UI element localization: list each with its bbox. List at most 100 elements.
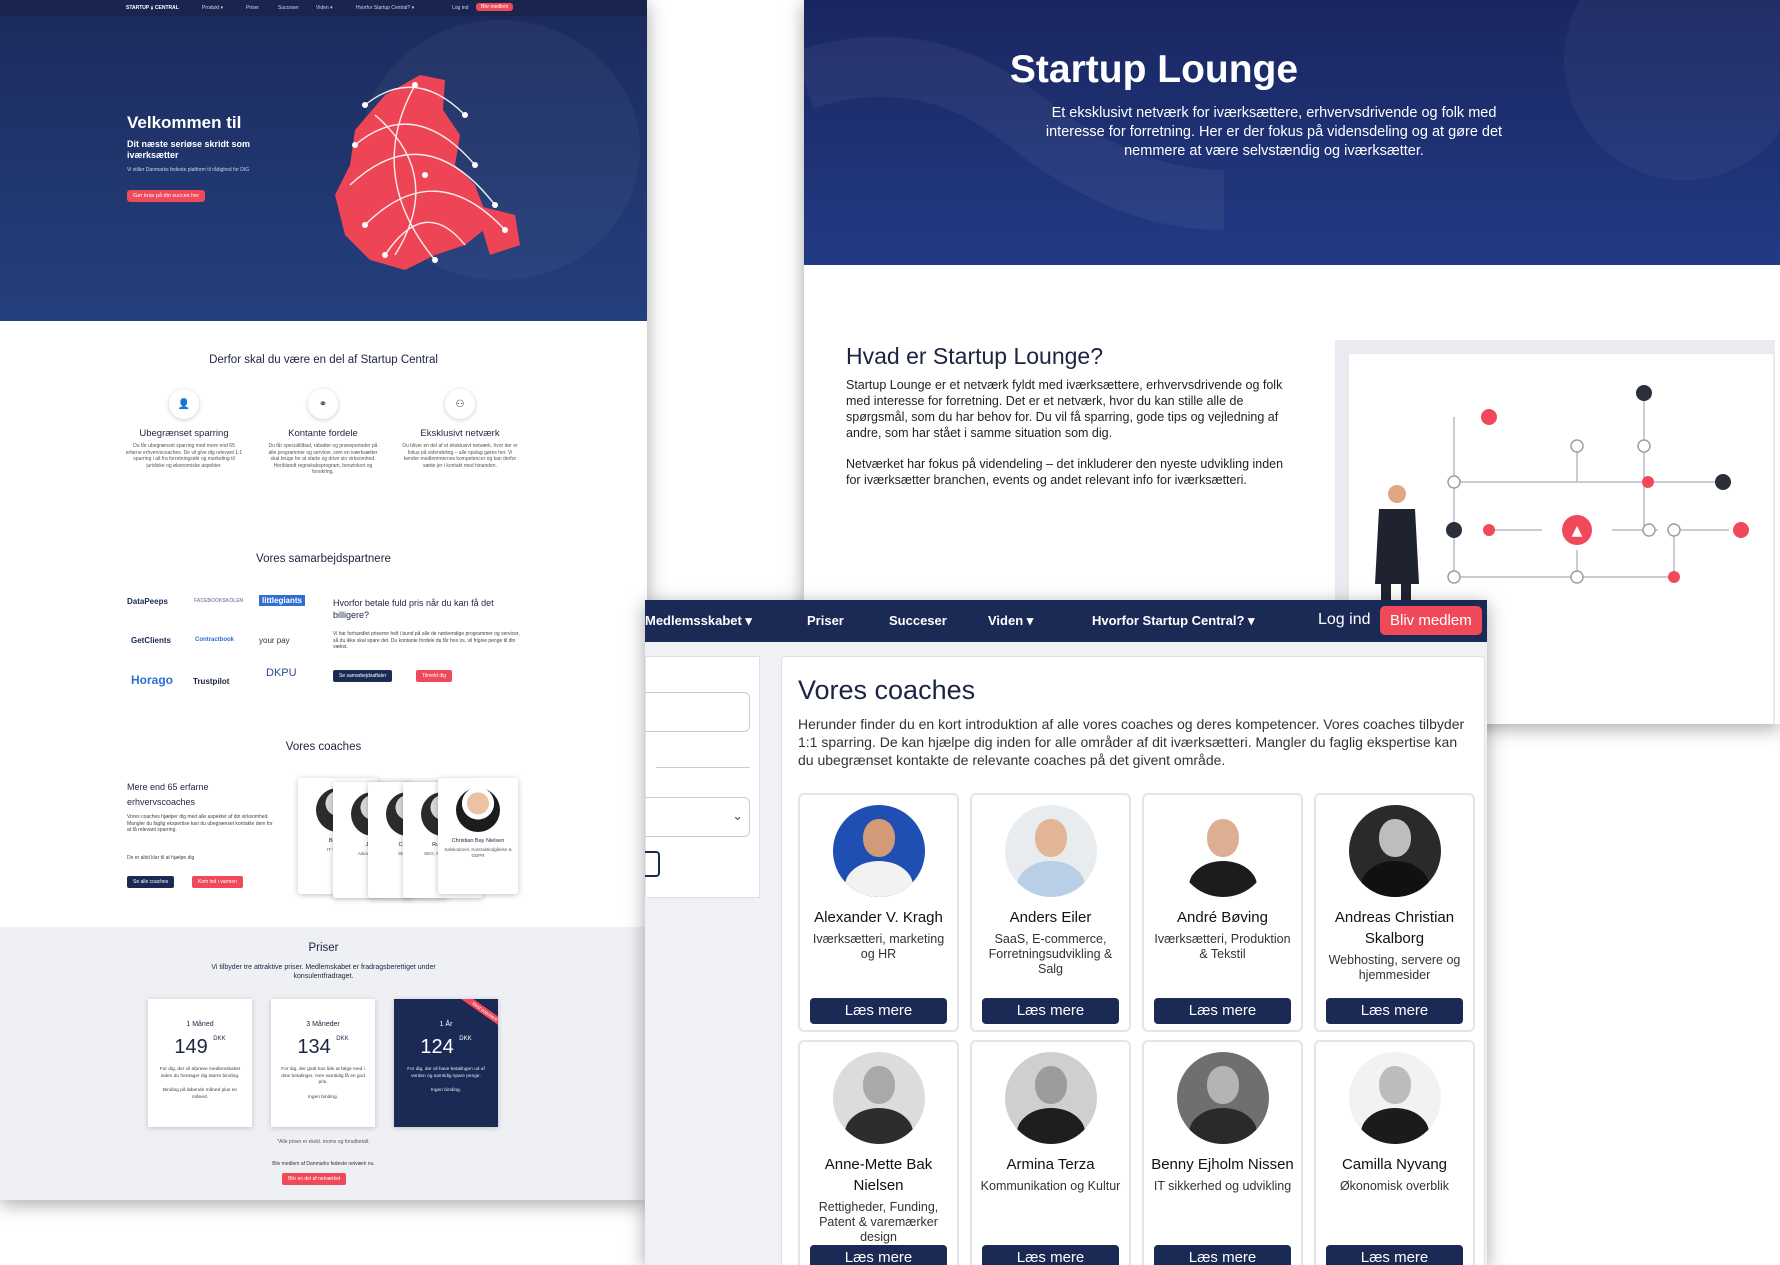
coach-name: Christian Bay Nielsen <box>451 838 505 844</box>
partner-logo[interactable]: DKPU <box>266 667 297 679</box>
see-partners-button[interactable]: Se samarbejdsaftaler <box>333 670 393 682</box>
plan-binding: Binding på løbende måned plus en måned. <box>162 1088 238 1100</box>
coach-photo <box>1176 1052 1269 1144</box>
prices-footnote: *Alle priser er ekskl. moms og forudbeta… <box>277 1139 370 1145</box>
page-title: Startup Lounge <box>1009 48 1299 91</box>
join-button[interactable]: Bliv medlem <box>1380 606 1482 635</box>
coaches-heading: Mere end 65 erfarne erhvervscoaches <box>127 782 209 807</box>
nav-item-succeser[interactable]: Succeser <box>889 613 947 628</box>
partner-logo[interactable]: Trustpilot <box>193 677 229 686</box>
see-all-coaches-button[interactable]: Se alle coaches <box>127 876 175 888</box>
coaches-page: Medlemsskabet ▾ Priser Succeser Viden ▾ … <box>645 600 1487 1265</box>
nav-item-viden[interactable]: Viden ▾ <box>988 613 1033 629</box>
coach-role: Rettigheder, Funding, Patent & varemærke… <box>818 1200 939 1244</box>
coach-card[interactable]: Camilla Nyvang Økonomisk overblik Læs me… <box>1314 1040 1475 1265</box>
partners-text: Vi har forhandlet priserne helt i bund p… <box>333 631 520 650</box>
partner-logo[interactable]: Horago <box>131 673 173 687</box>
coach-role: SaaS, E-commerce, Forretningsudvikling &… <box>988 932 1113 976</box>
coach-name: Benny Ejholm Nissen <box>1151 1156 1294 1173</box>
coach-card[interactable]: Christian Bay Nielsen Salskodonel, Kontra… <box>438 778 518 894</box>
login-link[interactable]: Log ind <box>452 5 468 11</box>
join-network-button[interactable]: Bliv en del af netværket <box>282 1173 347 1185</box>
section-intro: Herunder finder du en kort introduktion … <box>798 716 1465 768</box>
price-card-1y[interactable]: Mest populære 1 År 124 DKK For dig, der … <box>394 999 498 1127</box>
coach-card[interactable]: Benny Ejholm Nissen IT sikkerhed og udvi… <box>1142 1040 1303 1265</box>
prices-cta-text: Bliv medlem af Danmarks fedeste netværk … <box>272 1161 375 1167</box>
site-logo[interactable]: STARTUP ⍋ CENTRAL <box>126 5 179 11</box>
read-more-button[interactable]: Læs mere <box>810 1245 947 1265</box>
coach-name: Andreas Christian Skalborg <box>1334 909 1455 947</box>
partner-logo[interactable]: littlegiants <box>259 595 306 606</box>
coach-name: Anders Eiler <box>1009 909 1092 926</box>
coach-card[interactable]: Anders Eiler SaaS, E-commerce, Forretnin… <box>970 793 1131 1032</box>
nav-item-viden[interactable]: Viden ▾ <box>316 5 333 11</box>
coach-card[interactable]: Armina Terza Kommunikation og Kultur Læs… <box>970 1040 1131 1265</box>
plan-currency: DKK <box>459 1036 472 1042</box>
nav-item-hvorfor[interactable]: Hvorfor Startup Central? ▾ <box>1092 613 1255 629</box>
read-more-button[interactable]: Læs mere <box>1326 998 1463 1024</box>
category-select[interactable]: ⌄ <box>645 797 750 837</box>
nav-item-priser[interactable]: Priser <box>807 613 844 628</box>
feature-desc: Du får ubegrænset sparring med mere end … <box>125 443 243 469</box>
read-more-button[interactable]: Læs mere <box>982 1245 1119 1265</box>
coach-photo <box>1004 1052 1097 1144</box>
nav-item-hvorfor[interactable]: Hvorfor Startup Central? ▾ <box>356 5 414 11</box>
plan-price: 124 <box>420 1036 454 1058</box>
join-button[interactable]: Bliv medlem <box>476 3 514 11</box>
plan-period: 1 Måned <box>186 1021 214 1028</box>
coach-role: Iværksætteri, marketing og HR <box>812 932 945 961</box>
partner-logo[interactable]: Contractbook <box>195 637 234 643</box>
coach-card[interactable]: Andreas Christian Skalborg Webhosting, s… <box>1314 793 1475 1032</box>
coach-card[interactable]: André Bøving Iværksætteri, Produktion & … <box>1142 793 1303 1032</box>
section-heading: Hvad er Startup Lounge? <box>846 343 1104 369</box>
read-more-button[interactable]: Læs mere <box>1154 1245 1291 1265</box>
plan-desc: For dig, der godt kan lide at følge med … <box>281 1067 365 1085</box>
lounge-description: Startup Lounge er et netværk fyldt med i… <box>846 378 1283 440</box>
coach-card[interactable]: Anne-Mette Bak Nielsen Rettigheder, Fund… <box>798 1040 959 1265</box>
filter-button[interactable] <box>645 851 660 877</box>
hero-note: Vi stiller Danmarks fedeste platform til… <box>127 167 250 173</box>
coach-card[interactable]: Alexander V. Kragh Iværksætteri, marketi… <box>798 793 959 1032</box>
feature-netvaerk: ⚇ Eksklusivt netværk Du bliver en del af… <box>401 389 519 469</box>
partner-logo[interactable]: GetClients <box>131 636 171 645</box>
partners-heading: Hvorfor betale fuld pris når du kan få d… <box>333 598 494 620</box>
lounge-hero: Startup Lounge Et eksklusivt netværk for… <box>804 0 1780 265</box>
nav-item-medlemsskabet[interactable]: Medlemsskabet ▾ <box>645 613 752 629</box>
read-more-button[interactable]: Læs mere <box>1154 998 1291 1024</box>
read-more-button[interactable]: Læs mere <box>982 998 1119 1024</box>
coaches-note: De er altid klar til at hjælpe dig <box>127 855 195 861</box>
coach-name: Camilla Nyvang <box>1341 1156 1448 1173</box>
search-input[interactable] <box>645 692 750 732</box>
partner-logo[interactable]: DataPeeps <box>127 597 168 606</box>
home-hero: STARTUP ⍋ CENTRAL Produkt ▾ Priser Succe… <box>0 0 647 321</box>
signup-button[interactable]: Tilmeld dig <box>416 670 452 682</box>
price-card-3m[interactable]: 3 Måneder 134 DKK For dig, der godt kan … <box>271 999 375 1127</box>
feature-title: Eksklusivt netværk <box>420 428 500 439</box>
feature-desc: Du bliver en del af et eksklusivt netvær… <box>402 443 518 469</box>
coach-role: Økonomisk overblik <box>1339 1179 1450 1193</box>
partner-logo[interactable]: your pay <box>259 636 290 645</box>
coach-photo <box>1176 805 1269 897</box>
nav-item-produkt[interactable]: Produkt ▾ <box>202 5 223 11</box>
prices-title: Priser <box>308 942 339 954</box>
price-card-1m[interactable]: 1 Måned 149 DKK For dig, der vil afprøve… <box>148 999 252 1127</box>
feature-title: Ubegrænset sparring <box>139 428 229 439</box>
join-warm-button[interactable]: Kom ind i varmen <box>192 876 243 888</box>
login-link[interactable]: Log ind <box>1318 611 1371 629</box>
hero-intro: Et eksklusivt netværk for iværksættere, … <box>1045 105 1503 159</box>
network-icon: ⚇ <box>445 389 475 419</box>
plan-price: 149 <box>174 1036 208 1058</box>
coach-photo <box>1348 1052 1441 1144</box>
nav-item-succeser[interactable]: Succeser <box>278 5 299 11</box>
plan-desc: For dig, der vil afprøve medlemskabet in… <box>159 1067 241 1079</box>
plan-price: 134 <box>297 1036 331 1058</box>
hero-cta-button[interactable]: Gør krav på din succes her <box>127 190 206 202</box>
read-more-button[interactable]: Læs mere <box>810 998 947 1024</box>
read-more-button[interactable]: Læs mere <box>1326 1245 1463 1265</box>
feature-desc: Du får specialtilbud, rabatter og prøvep… <box>268 443 378 475</box>
feature-fordele: ⚭ Kontante fordele Du får specialtilbud,… <box>264 389 382 476</box>
denmark-map-graphic <box>335 75 520 270</box>
nav-item-priser[interactable]: Priser <box>246 5 259 11</box>
partner-logo[interactable]: FACEBOOKSKOLEN <box>194 598 243 604</box>
lounge-description-2: Netværket har fokus på videndeling – det… <box>846 457 1284 487</box>
